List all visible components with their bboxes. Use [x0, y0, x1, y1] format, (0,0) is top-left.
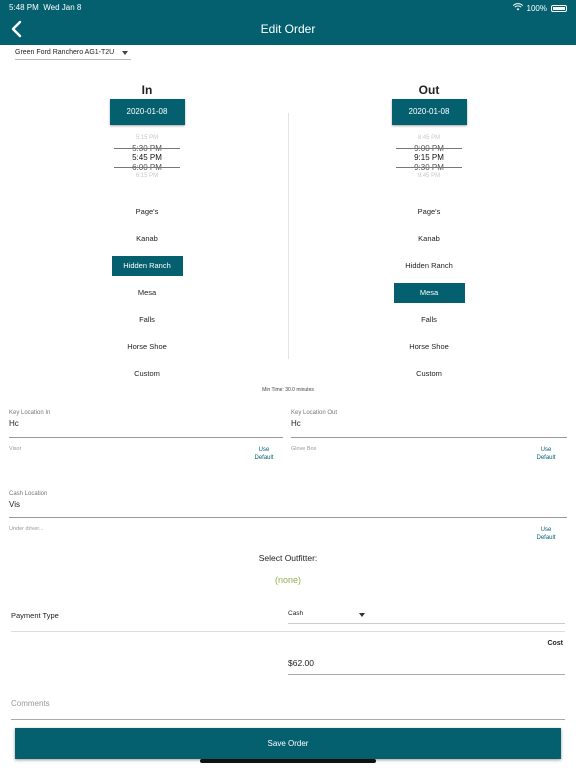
status-date: Wed Jan 8: [43, 3, 82, 12]
in-location-horse-shoe[interactable]: Horse Shoe: [87, 337, 207, 357]
key-location-out-value: Hc: [291, 419, 301, 428]
cash-location-field[interactable]: Cash Location Vis: [9, 491, 567, 518]
key-location-in-field[interactable]: Key Location In Hc: [9, 410, 283, 438]
out-location-kanab[interactable]: Kanab: [369, 229, 489, 249]
visor-label: Visor: [9, 446, 22, 452]
comments-placeholder: Comments: [11, 699, 50, 708]
payment-type-label: Payment Type: [11, 611, 59, 620]
cost-label: Cost: [547, 640, 563, 647]
cost-input[interactable]: $62.00: [288, 650, 565, 675]
in-location-kanab[interactable]: Kanab: [87, 229, 207, 249]
outfitter-value[interactable]: (none): [0, 575, 576, 585]
payment-type-select[interactable]: Cash: [288, 603, 565, 624]
out-time-picker[interactable]: 8:45 PM 9:00 PM 9:15 PM 9:30 PM 9:45 PM: [369, 134, 489, 180]
column-divider: [288, 113, 289, 359]
key-location-out-label: Key Location Out: [291, 410, 338, 416]
page-title: Edit Order: [260, 22, 316, 36]
in-time-option[interactable]: 5:15 PM: [87, 134, 207, 144]
out-time-selected[interactable]: 9:15 PM: [369, 153, 489, 163]
status-time: 5:48 PM Wed Jan 8: [9, 3, 81, 12]
key-location-out-field[interactable]: Key Location Out Hc: [291, 410, 567, 438]
in-location-list: Page's Kanab Hidden Ranch Mesa Falls Hor…: [87, 202, 207, 384]
picker-line: [396, 167, 462, 168]
glove-box-label: Glove Box: [291, 446, 317, 452]
out-location-hidden-ranch[interactable]: Hidden Ranch: [369, 256, 489, 276]
cash-location-value: Vis: [9, 500, 20, 509]
out-location-pages[interactable]: Page's: [369, 202, 489, 222]
payment-type-value: Cash: [288, 610, 304, 617]
battery-percent: 100%: [526, 3, 547, 13]
glove-box-use-default-link[interactable]: Use Default: [531, 446, 561, 462]
picker-line: [114, 148, 180, 149]
in-time-selected[interactable]: 5:45 PM: [87, 153, 207, 163]
out-location-custom[interactable]: Custom: [369, 364, 489, 384]
out-location-list: Page's Kanab Hidden Ranch Mesa Falls Hor…: [369, 202, 489, 384]
wifi-icon: [512, 3, 523, 13]
min-time-note: Min Time: 30.0 minutes: [262, 387, 314, 393]
caret-down-icon: [359, 613, 365, 617]
out-time-option[interactable]: 8:45 PM: [369, 134, 489, 144]
comments-input[interactable]: Comments: [11, 696, 565, 720]
under-driver-use-default-link[interactable]: Use Default: [531, 526, 561, 542]
key-location-in-value: Hc: [9, 419, 19, 428]
in-location-hidden-ranch[interactable]: Hidden Ranch: [111, 256, 183, 276]
visor-use-default-link[interactable]: Use Default: [249, 446, 279, 462]
out-location-falls[interactable]: Falls: [369, 310, 489, 330]
cost-value: $62.00: [288, 658, 314, 668]
out-date-button[interactable]: 2020-01-08: [391, 99, 467, 125]
in-time-picker[interactable]: 5:15 PM 5:30 PM 5:45 PM 6:00 PM 6:15 PM: [87, 134, 207, 180]
in-location-custom[interactable]: Custom: [87, 364, 207, 384]
home-indicator[interactable]: [200, 759, 376, 763]
in-location-mesa[interactable]: Mesa: [87, 283, 207, 303]
picker-line: [396, 148, 462, 149]
out-time-option[interactable]: 9:45 PM: [369, 172, 489, 182]
status-clock: 5:48 PM: [9, 3, 39, 12]
battery-icon: [551, 4, 567, 12]
outfitter-label: Select Outfitter:: [258, 553, 318, 563]
status-indicators: 100%: [512, 3, 567, 13]
out-location-horse-shoe[interactable]: Horse Shoe: [369, 337, 489, 357]
header-bar: 5:48 PM Wed Jan 8 100% Edit Order: [0, 0, 576, 45]
in-date-button[interactable]: 2020-01-08: [109, 99, 185, 125]
in-time-option[interactable]: 6:15 PM: [87, 172, 207, 182]
in-location-pages[interactable]: Page's: [87, 202, 207, 222]
save-order-button[interactable]: Save Order: [15, 728, 561, 759]
under-driver-label: Under driver...: [9, 526, 44, 532]
out-column: Out 2020-01-08 8:45 PM 9:00 PM 9:15 PM 9…: [369, 83, 489, 391]
in-column: In 2020-01-08 5:15 PM 5:30 PM 5:45 PM 6:…: [87, 83, 207, 391]
out-location-mesa[interactable]: Mesa: [393, 283, 465, 303]
out-heading: Out: [418, 83, 440, 97]
in-heading: In: [141, 83, 153, 97]
picker-line: [114, 167, 180, 168]
in-location-falls[interactable]: Falls: [87, 310, 207, 330]
caret-down-icon: [122, 50, 128, 55]
vehicle-select-value: Green Ford Ranchero AG1-T2U: [15, 49, 115, 56]
vehicle-select[interactable]: Green Ford Ranchero AG1-T2U: [15, 46, 131, 60]
key-location-in-label: Key Location In: [9, 410, 51, 416]
cash-location-label: Cash Location: [9, 491, 48, 497]
section-divider: [11, 631, 565, 632]
